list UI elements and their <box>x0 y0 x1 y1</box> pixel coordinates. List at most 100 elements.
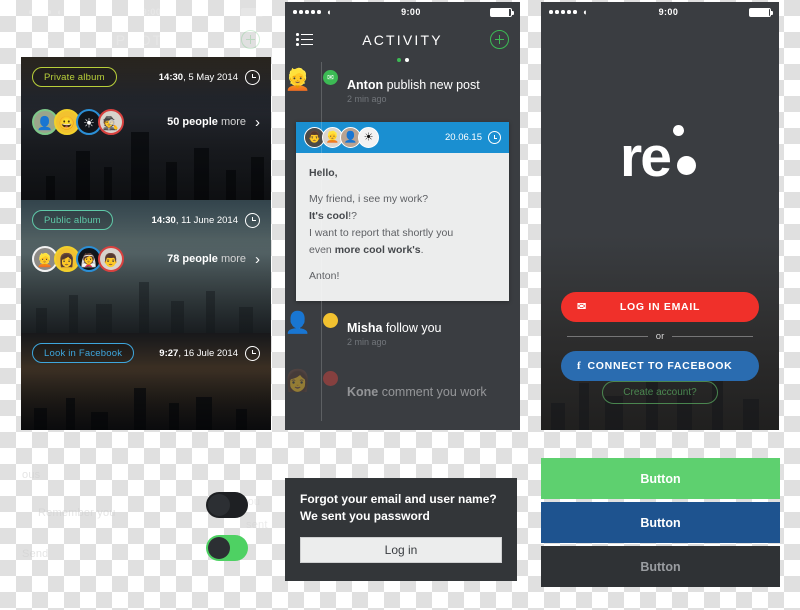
album-top-row: Look in Facebook 9:27, 16 Jule 2014 <box>21 333 271 373</box>
status-time: 9:00 <box>401 7 421 17</box>
album-privacy-chip[interactable]: Look in Facebook <box>32 343 135 363</box>
album-card-private[interactable]: Private album 14:30, 5 May 2014 👤 😀 ☀ 🕵 … <box>21 57 271 200</box>
button-blue[interactable]: Button <box>541 502 780 543</box>
message-header: 👨 👱 👤 ☀ 20.06.15 <box>296 122 509 153</box>
forgot-email-text: Forgot your email and user name? <box>300 492 497 506</box>
status-bar: ◖ 9:00 <box>21 2 271 22</box>
connect-facebook-button[interactable]: f CONNECT TO FACEBOOK <box>561 351 759 381</box>
list-item[interactable]: 👩 Kone comment you work <box>285 363 520 421</box>
nav-bar: ACTIVITY <box>285 22 520 57</box>
album-card-facebook[interactable]: Look in Facebook 9:27, 16 Jule 2014 <box>21 333 271 430</box>
message-date-text: 20.06.15 <box>445 132 482 143</box>
message-greeting: Hello, <box>309 167 338 179</box>
people-more-label: more <box>220 253 246 265</box>
avatar: 👱 <box>285 69 311 91</box>
phone1-header-overlay: ◖ 9:00 PHOTO <box>21 2 271 57</box>
activity-action: publish new post <box>386 78 480 92</box>
avatar: 👤 <box>285 312 311 334</box>
signal-icon: ◖ <box>293 7 332 17</box>
message-line4-bold: more cool work's <box>334 244 421 256</box>
dot-icon <box>322 370 339 387</box>
avatar-group: 👤 😀 ☀ 🕵 <box>32 109 124 135</box>
logo-dot-top <box>672 124 684 136</box>
login-email-label: LOG IN EMAIL <box>619 301 701 313</box>
avatar: 🕵 <box>98 109 124 135</box>
people-count: 78 people <box>167 253 218 265</box>
create-account-area: Create account? <box>541 381 779 404</box>
create-account-button[interactable]: Create account? <box>602 381 718 404</box>
phone2-header: ◖ 9:00 ACTIVITY <box>285 2 520 62</box>
toggle-on[interactable] <box>206 535 248 561</box>
activity-action: comment you work <box>381 385 487 399</box>
login-panel: Forgot your email and user name? We sent… <box>285 478 517 581</box>
or-divider: or <box>567 331 754 342</box>
album-date-text: , 5 May 2014 <box>183 71 238 83</box>
status-bar: ◖ 9:00 <box>285 2 520 22</box>
avatar: 👨 <box>98 246 124 272</box>
avatar-group: 👱 👩 👰 👨 <box>32 246 124 272</box>
status-time: 9:00 <box>658 7 679 17</box>
album-date-text: , 16 Jule 2014 <box>178 347 238 359</box>
phone-screen-activity: ◖ 9:00 ACTIVITY 👱 ✉ Anton publish new po… <box>285 2 520 430</box>
activity-user: Kone <box>347 385 379 399</box>
list-item[interactable]: 👱 ✉ Anton publish new post 2 min ago <box>285 62 520 120</box>
activity-action: follow you <box>385 321 442 335</box>
people-more-link[interactable]: 78 people more › <box>167 252 260 267</box>
page-title: PHOTO <box>115 31 177 48</box>
album-date: 9:27, 16 Jule 2014 <box>159 345 260 361</box>
list-icon[interactable] <box>32 33 49 46</box>
list-icon[interactable] <box>296 33 313 46</box>
people-more-link[interactable]: 50 people more › <box>167 115 260 130</box>
login-email-button[interactable]: ✉ LOG IN EMAIL <box>561 292 759 322</box>
avatar: ☀ <box>358 127 379 148</box>
battery-icon <box>749 7 773 17</box>
album-time: 14:30 <box>158 71 184 83</box>
activity-user: Misha <box>347 321 383 335</box>
plus-circle-icon[interactable] <box>241 30 260 49</box>
message-line4-post: . <box>420 244 424 256</box>
signal-icon: ◖ <box>549 7 588 17</box>
logo-area: re <box>541 22 779 292</box>
album-people-row[interactable]: 👤 😀 ☀ 🕵 50 people more › <box>21 105 271 139</box>
mail-icon: ✉ <box>322 69 339 86</box>
clock-icon <box>245 345 260 361</box>
album-privacy-chip[interactable]: Public album <box>32 210 113 230</box>
album-privacy-chip[interactable]: Private album <box>32 67 117 87</box>
activity-text: Anton publish new post 2 min ago <box>347 78 480 104</box>
message-signature: Anton! <box>309 270 340 282</box>
nav-bar: PHOTO <box>21 22 271 57</box>
album-people-row[interactable]: 👱 👩 👰 👨 78 people more › <box>21 242 271 276</box>
phone-screen-photo: ◖ 9:00 PHOTO Private album 14:30, 5 May … <box>21 2 271 430</box>
button-green[interactable]: Button <box>541 458 780 499</box>
ghost-label-2: Remember you <box>38 507 116 519</box>
album-card-public[interactable]: Public album 14:30, 11 June 2014 👱 👩 👰 👨… <box>21 200 271 333</box>
toggle-off[interactable] <box>206 492 248 518</box>
album-time: 14:30 <box>151 214 176 226</box>
battery-icon <box>490 7 514 17</box>
signal-icon: ◖ <box>29 7 62 17</box>
log-in-button[interactable]: Log in <box>300 537 502 564</box>
album-top-row: Private album 14:30, 5 May 2014 <box>21 57 271 97</box>
album-list: Private album 14:30, 5 May 2014 👤 😀 ☀ 🕵 … <box>21 57 271 430</box>
button-dark[interactable]: Button <box>541 546 780 587</box>
ghost-label-5: sent <box>246 519 268 531</box>
message-card[interactable]: 👨 👱 👤 ☀ 20.06.15 Hello, My friend, i see… <box>296 122 509 301</box>
login-content: ◖ 9:00 re ✉ LOG IN EMAIL or f CONNECT TO… <box>541 2 779 430</box>
ghost-label-1: ous <box>22 469 41 481</box>
plus-circle-icon[interactable] <box>490 30 509 49</box>
button-stack: Button Button Button <box>541 458 780 587</box>
skyline-art <box>21 377 271 430</box>
message-line2-bold: It's cool <box>309 210 349 222</box>
connect-facebook-label: CONNECT TO FACEBOOK <box>587 360 733 372</box>
chevron-right-icon: › <box>255 113 260 131</box>
or-label: or <box>655 331 665 342</box>
album-date-text: , 11 June 2014 <box>175 214 238 226</box>
message-body: Hello, My friend, i see my work? It's co… <box>296 153 509 301</box>
dot-icon <box>322 312 339 329</box>
app-logo: re <box>620 124 700 186</box>
status-time: 9:00 <box>141 7 162 17</box>
avatar-wrap: 👩 <box>285 370 339 412</box>
list-item[interactable]: 👤 Misha follow you 2 min ago <box>285 305 520 363</box>
avatar-wrap: 👤 <box>285 312 339 354</box>
page-title: ACTIVITY <box>362 31 443 48</box>
